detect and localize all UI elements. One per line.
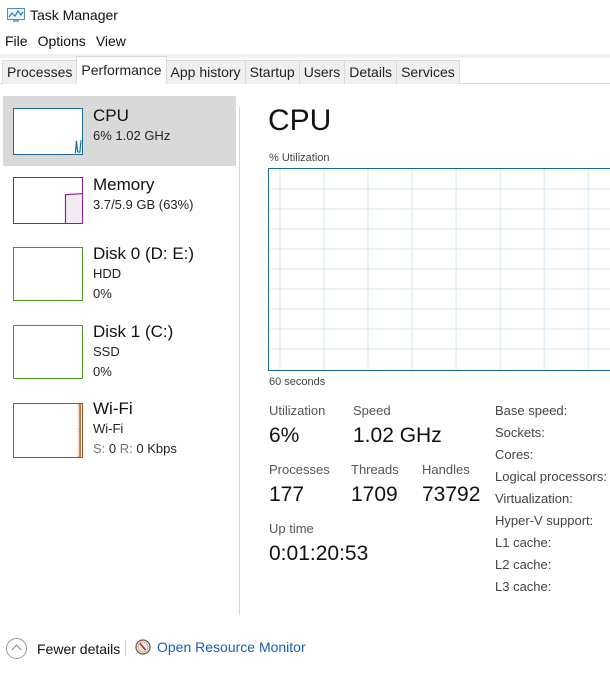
spec-base-speed-label: Base speed: (495, 403, 568, 418)
send-label: S: (93, 441, 106, 456)
sidebar-item-usage: 0% (93, 286, 112, 301)
sidebar-item-wifi[interactable]: Wi-Fi Wi-Fi S: 0 R: 0 Kbps (3, 395, 236, 465)
spec-l2-cache-label: L2 cache: (495, 557, 552, 572)
footer-bar: Fewer details Open Resource Monitor (0, 632, 610, 664)
sidebar-item-usage: 0% (93, 364, 112, 379)
spec-hyperv-label: Hyper-V support: (495, 513, 594, 528)
handles-value: 73792 (422, 483, 481, 506)
tab-performance[interactable]: Performance (76, 56, 167, 84)
title-bar: Task Manager (0, 0, 610, 30)
sidebar-item-detail: 6% 1.02 GHz (93, 128, 171, 143)
sidebar-item-title: Disk 1 (C:) (93, 322, 174, 341)
cpu-thumbnail-graph (13, 108, 83, 155)
window-title: Task Manager (30, 7, 118, 23)
spec-cores-label: Cores: (495, 447, 534, 462)
graph-y-label: % Utilization (269, 152, 330, 164)
sidebar-item-title: CPU (93, 106, 129, 125)
fewer-details-button[interactable]: Fewer details (6, 638, 120, 659)
spec-virtualization-label: Virtualization: (495, 491, 573, 506)
sidebar-item-adapter: Wi-Fi (93, 421, 124, 436)
resource-monitor-icon (135, 639, 151, 655)
menu-view[interactable]: View (91, 33, 131, 53)
sidebar-item-detail: 3.7/5.9 GB (63%) (93, 197, 194, 212)
memory-sparkline (64, 193, 82, 223)
menu-options[interactable]: Options (33, 33, 91, 53)
tab-details[interactable]: Details (344, 60, 398, 84)
tab-app-history[interactable]: App history (165, 60, 246, 84)
sidebar-item-type: HDD (93, 266, 122, 281)
speed-label: Speed (353, 403, 391, 418)
task-manager-icon (7, 8, 25, 22)
speed-value: 1.02 GHz (353, 424, 442, 447)
threads-value: 1709 (351, 483, 398, 506)
footer-divider (125, 640, 126, 656)
send-value: 0 (108, 441, 117, 456)
tab-processes[interactable]: Processes (2, 60, 78, 84)
threads-label: Threads (351, 462, 399, 477)
wifi-thumbnail-graph (13, 403, 83, 458)
tab-startup[interactable]: Startup (244, 60, 300, 84)
memory-sparkline-fill (65, 193, 82, 223)
receive-value: 0 Kbps (136, 441, 177, 456)
sidebar-item-type: SSD (93, 344, 120, 359)
cpu-utilization-graph (268, 168, 610, 371)
wifi-sparkline (77, 404, 81, 457)
page-title: CPU (268, 104, 332, 137)
tab-strip: Processes Performance App history Startu… (0, 54, 610, 84)
disk0-thumbnail-graph (13, 247, 83, 301)
receive-label: R: (119, 441, 133, 456)
spec-l1-cache-label: L1 cache: (495, 535, 552, 550)
processes-label: Processes (269, 462, 330, 477)
memory-thumbnail-graph (13, 177, 83, 224)
menu-bar: File Options View (0, 33, 131, 53)
spec-sockets-label: Sockets: (495, 425, 545, 440)
menu-file[interactable]: File (0, 33, 33, 53)
spec-l3-cache-label: L3 cache: (495, 579, 552, 594)
sidebar-item-disk-1[interactable]: Disk 1 (C:) SSD 0% (3, 317, 236, 387)
sidebar-item-title: Memory (93, 175, 155, 194)
cpu-sparkline (74, 140, 82, 154)
cpu-graph-grid (269, 169, 610, 370)
tab-services[interactable]: Services (396, 60, 460, 84)
open-resource-monitor-link[interactable]: Open Resource Monitor (135, 639, 306, 655)
handles-label: Handles (422, 462, 470, 477)
sidebar-item-memory[interactable]: Memory 3.7/5.9 GB (63%) (3, 166, 236, 236)
sidebar-item-title: Disk 0 (D: E:) (93, 244, 195, 263)
utilization-value: 6% (269, 424, 300, 447)
uptime-label: Up time (269, 521, 314, 536)
graph-time-label: 60 seconds (269, 376, 326, 388)
tab-users[interactable]: Users (298, 60, 346, 84)
processes-value: 177 (269, 483, 305, 506)
sidebar-item-throughput: S: 0 R: 0 Kbps (93, 441, 177, 456)
uptime-value: 0:01:20:53 (269, 542, 369, 565)
sidebar-item-cpu[interactable]: CPU 6% 1.02 GHz (3, 96, 236, 166)
resource-sidebar: CPU 6% 1.02 GHz Memory 3.7/5.9 GB (63%) … (0, 96, 237, 616)
disk1-thumbnail-graph (13, 325, 83, 379)
sidebar-item-title: Wi-Fi (93, 399, 133, 418)
sidebar-item-disk-0[interactable]: Disk 0 (D: E:) HDD 0% (3, 239, 236, 309)
utilization-label: Utilization (269, 403, 326, 418)
chevron-up-icon (6, 638, 27, 659)
spec-logical-processors-label: Logical processors: (495, 469, 607, 484)
fewer-details-label: Fewer details (37, 640, 121, 657)
open-resource-monitor-label: Open Resource Monitor (157, 639, 306, 655)
sidebar-divider[interactable] (239, 107, 240, 615)
